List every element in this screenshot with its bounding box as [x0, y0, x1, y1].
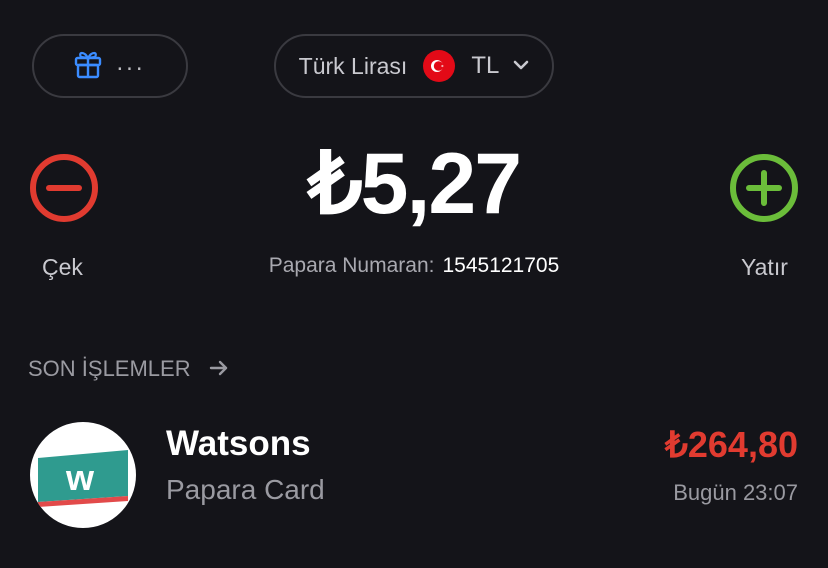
payment-source: Papara Card: [166, 474, 325, 505]
papara-number: Papara Numaran: 1545121705: [0, 254, 828, 278]
merchant-name: Watsons: [166, 424, 311, 463]
watsons-logo: w: [30, 422, 136, 528]
papara-number-value: 1545121705: [442, 254, 560, 277]
chevron-down-icon: [513, 57, 529, 75]
papara-number-label: Papara Numaran:: [268, 254, 435, 277]
gift-button[interactable]: ...: [32, 34, 188, 98]
deposit-button[interactable]: [729, 153, 799, 223]
arrow-right-icon: [209, 356, 229, 382]
recent-transactions-title: SON İŞLEMLER: [28, 356, 191, 381]
currency-name: Türk Lirası: [298, 52, 408, 79]
currency-selector[interactable]: Türk Lirası TL: [274, 34, 554, 98]
plus-circle-icon: [730, 154, 798, 222]
transaction-row[interactable]: w Watsons Papara Card ₺264,80 Bugün 23:0…: [30, 422, 800, 528]
turkey-flag-icon: [423, 50, 456, 82]
recent-transactions-link[interactable]: SON İŞLEMLER: [28, 356, 229, 382]
gift-icon: [74, 49, 102, 84]
deposit-label: Yatır: [741, 254, 788, 280]
currency-code: TL: [471, 52, 500, 79]
balance-amount: ₺5,27: [307, 136, 522, 232]
logo-letter: w: [65, 457, 95, 498]
transaction-time: Bugün 23:07: [673, 480, 798, 505]
gift-dots: ...: [116, 49, 146, 76]
transaction-amount: ₺264,80: [664, 424, 798, 465]
